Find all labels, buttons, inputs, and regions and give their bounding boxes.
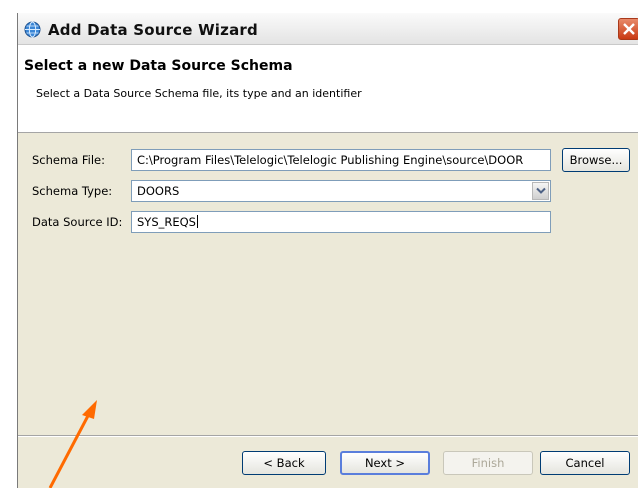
button-bar-separator: [18, 435, 638, 437]
chevron-down-icon: [536, 187, 546, 194]
data-source-id-value: SYS_REQS: [137, 215, 196, 229]
page-title: Select a new Data Source Schema: [24, 58, 293, 74]
back-button[interactable]: < Back: [242, 451, 326, 475]
schema-type-value: DOORS: [137, 184, 180, 198]
schema-type-select[interactable]: DOORS: [131, 180, 551, 202]
dropdown-button[interactable]: [532, 182, 549, 200]
browse-button[interactable]: Browse...: [562, 148, 630, 172]
wizard-header: Select a new Data Source Schema Select a…: [18, 45, 638, 133]
text-cursor: [196, 215, 198, 228]
window-title: Add Data Source Wizard: [48, 21, 258, 39]
title-bar[interactable]: Add Data Source Wizard: [18, 13, 638, 45]
schema-type-label: Schema Type:: [32, 184, 113, 198]
close-icon: [623, 23, 635, 35]
data-source-id-input[interactable]: SYS_REQS: [131, 211, 551, 233]
data-source-id-label: Data Source ID:: [32, 215, 123, 229]
cancel-button[interactable]: Cancel: [540, 451, 630, 475]
schema-file-input[interactable]: C:\Program Files\Telelogic\Telelogic Pub…: [131, 149, 551, 171]
finish-button[interactable]: Finish: [443, 451, 533, 475]
close-button[interactable]: [618, 18, 638, 40]
schema-file-label: Schema File:: [32, 153, 106, 167]
globe-icon: [24, 21, 41, 38]
page-description: Select a Data Source Schema file, its ty…: [36, 87, 362, 100]
next-button[interactable]: Next >: [340, 451, 430, 475]
wizard-window: Add Data Source Wizard Select a new Data…: [17, 13, 638, 488]
